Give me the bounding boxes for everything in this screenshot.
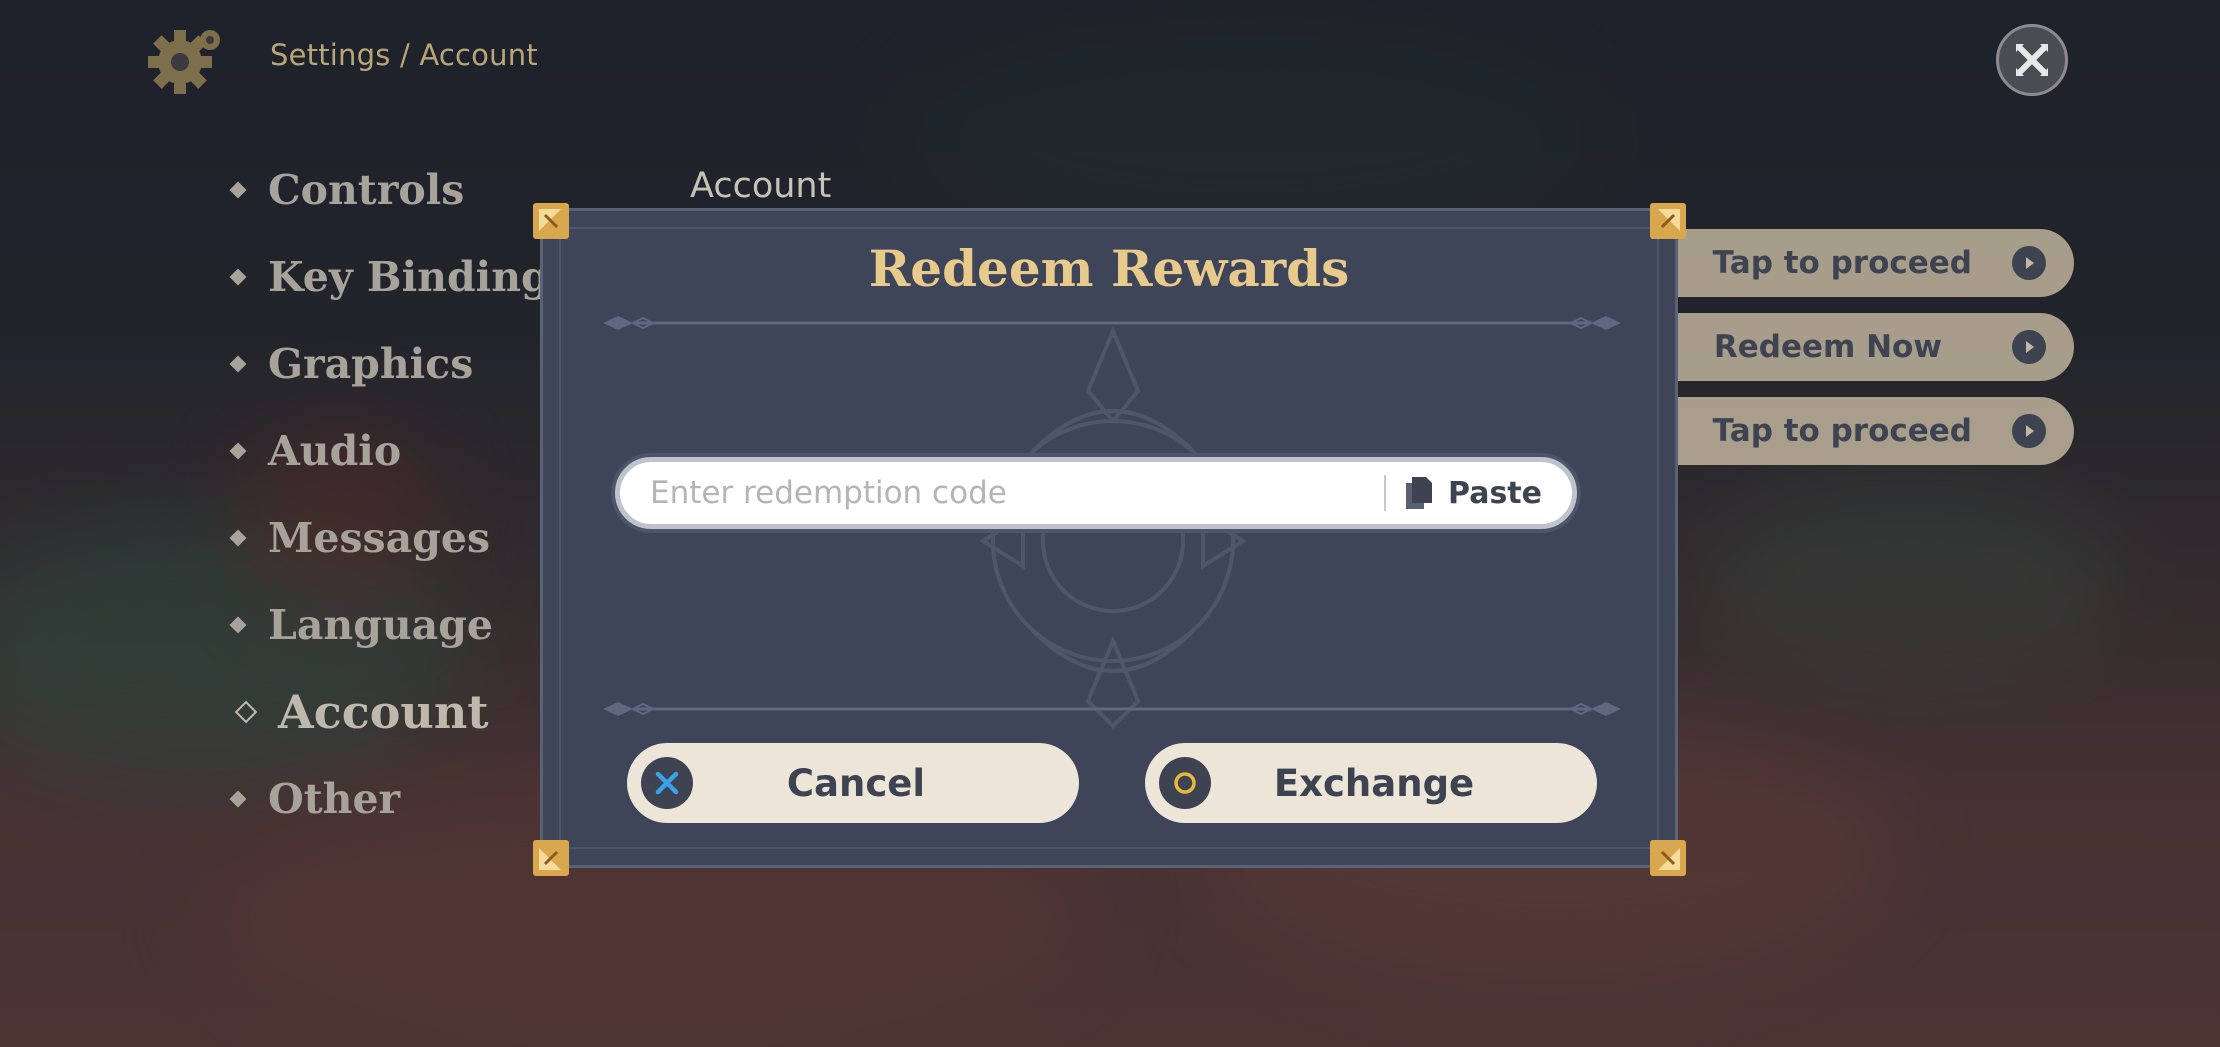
divider-ornament: [603, 316, 1621, 330]
tap-to-proceed-button[interactable]: Tap to proceed: [1660, 397, 2074, 465]
menu-item-key-bindings[interactable]: Key Bindings: [229, 247, 573, 307]
section-title: Account: [690, 166, 832, 206]
menu-item-audio[interactable]: Audio: [229, 421, 402, 481]
corner-ornament-icon: [533, 203, 569, 239]
diamond-bullet-icon: [229, 790, 247, 808]
menu-item-account[interactable]: Account: [234, 682, 489, 742]
corner-ornament-icon: [1650, 840, 1686, 876]
close-button[interactable]: [1996, 24, 2068, 96]
button-label: Redeem Now: [1713, 329, 1942, 365]
tap-to-proceed-button[interactable]: Tap to proceed: [1660, 229, 2074, 297]
gear-icon: [148, 30, 220, 94]
breadcrumb: Settings / Account: [270, 38, 538, 72]
exchange-circle-icon: [1159, 757, 1211, 809]
menu-item-label: Account: [278, 685, 489, 739]
menu-item-graphics[interactable]: Graphics: [229, 334, 474, 394]
cancel-x-icon: [641, 757, 693, 809]
play-arrow-icon: [2012, 330, 2046, 364]
diamond-bullet-icon: [234, 700, 258, 724]
diamond-bullet-icon: [229, 355, 247, 373]
redemption-code-field: Paste: [615, 457, 1577, 529]
play-arrow-icon: [2012, 414, 2046, 448]
exchange-label: Exchange: [1273, 761, 1475, 805]
menu-item-label: Language: [268, 601, 493, 649]
play-arrow-icon: [2012, 246, 2046, 280]
diamond-bullet-icon: [229, 442, 247, 460]
corner-ornament-icon: [1650, 203, 1686, 239]
menu-item-other[interactable]: Other: [229, 769, 401, 829]
menu-item-label: Messages: [268, 514, 491, 562]
close-icon: [2016, 44, 2048, 76]
menu-item-label: Controls: [268, 166, 465, 214]
button-label: Tap to proceed: [1712, 413, 1972, 449]
cancel-button[interactable]: Cancel: [627, 743, 1079, 823]
menu-item-label: Audio: [268, 427, 402, 475]
exchange-button[interactable]: Exchange: [1145, 743, 1597, 823]
cancel-label: Cancel: [786, 761, 926, 805]
diamond-bullet-icon: [229, 529, 247, 547]
menu-item-messages[interactable]: Messages: [229, 508, 491, 568]
redemption-code-input[interactable]: [620, 474, 1385, 512]
diamond-bullet-icon: [229, 181, 247, 199]
redeem-dialog: Redeem Rewards Paste Cancel Exchange: [540, 208, 1678, 868]
menu-item-label: Key Bindings: [268, 253, 573, 301]
menu-item-language[interactable]: Language: [229, 595, 493, 655]
divider-ornament: [603, 702, 1621, 716]
diamond-bullet-icon: [229, 268, 247, 286]
paste-button[interactable]: Paste: [1386, 475, 1572, 511]
menu-item-controls[interactable]: Controls: [229, 160, 465, 220]
menu-item-label: Graphics: [268, 340, 474, 388]
clipboard-icon: [1406, 477, 1433, 509]
button-label: Tap to proceed: [1712, 245, 1972, 281]
dialog-title: Redeem Rewards: [868, 239, 1350, 298]
corner-ornament-icon: [533, 840, 569, 876]
menu-item-label: Other: [268, 775, 401, 823]
redeem-now-button[interactable]: Redeem Now: [1660, 313, 2074, 381]
diamond-bullet-icon: [229, 616, 247, 634]
paste-label: Paste: [1448, 475, 1542, 511]
